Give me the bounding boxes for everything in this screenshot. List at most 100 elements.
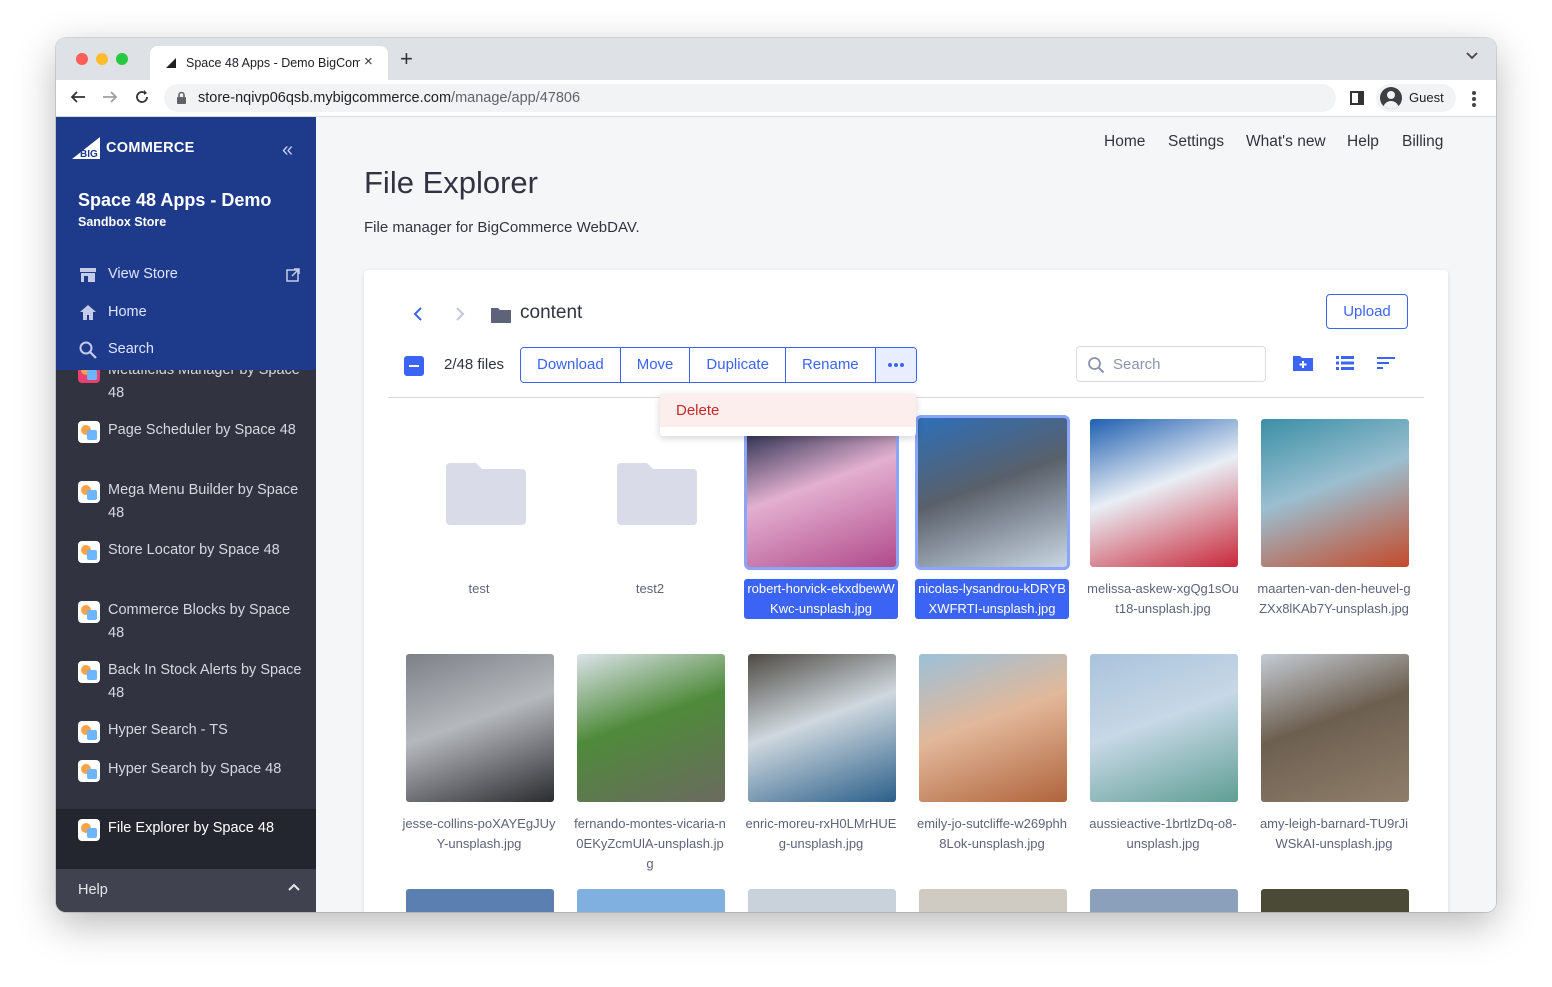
svg-text:BIG: BIG — [80, 149, 98, 160]
app-icon — [78, 421, 100, 443]
topnav-help[interactable]: Help — [1347, 133, 1379, 151]
search-icon — [79, 341, 97, 359]
back-folder-icon[interactable] — [412, 306, 424, 322]
sidebar-item-label: File Explorer by Space 48 — [108, 820, 275, 836]
search-input[interactable]: Search — [1076, 346, 1266, 382]
app-icon — [78, 541, 100, 563]
main-content: Home Settings What's new Help Billing Fi… — [316, 117, 1496, 912]
download-button[interactable]: Download — [521, 348, 621, 382]
image-thumbnail[interactable] — [919, 889, 1067, 912]
sort-icon[interactable] — [1376, 354, 1396, 372]
topnav-whats-new[interactable]: What's new — [1246, 133, 1326, 151]
search-icon — [1088, 357, 1105, 374]
image-thumbnail[interactable] — [1261, 889, 1409, 912]
topnav-settings[interactable]: Settings — [1168, 133, 1224, 151]
folder-thumbnail — [406, 419, 554, 567]
sidebar-item-page-scheduler[interactable]: Page Scheduler by Space 48 — [78, 419, 308, 443]
app-icon — [78, 760, 100, 782]
topnav-billing[interactable]: Billing — [1402, 133, 1443, 151]
sidebar-item-view-store[interactable]: View Store — [78, 263, 308, 287]
sidebar-item-hyper-search-ts[interactable]: Hyper Search - TS — [78, 719, 308, 743]
profile-label: Guest — [1409, 90, 1444, 105]
image-thumbnail — [919, 654, 1067, 802]
image-thumbnail — [915, 415, 1070, 570]
duplicate-button[interactable]: Duplicate — [690, 348, 786, 382]
file-name: enric-moreu-rxH0LMrHUEg-unsplash.jpg — [745, 816, 897, 851]
sidebar-item-label: Page Scheduler by Space 48 — [108, 422, 296, 438]
more-actions-icon[interactable] — [875, 348, 916, 382]
zoom-window-button[interactable] — [116, 53, 128, 65]
delete-menu-item[interactable]: Delete — [660, 394, 916, 427]
sidebar-item-search[interactable]: Search — [78, 338, 308, 362]
minimize-window-button[interactable] — [96, 53, 108, 65]
move-button[interactable]: Move — [620, 348, 691, 382]
sidebar-item-home[interactable]: Home — [78, 301, 308, 325]
sidebar-item-label: Search — [108, 341, 154, 357]
sidebar-item-label: Store Locator by Space 48 — [108, 542, 280, 558]
sidebar-item-back-in-stock-alerts[interactable]: Back In Stock Alerts by Space 48 — [78, 659, 308, 705]
search-placeholder: Search — [1113, 356, 1161, 373]
lock-icon[interactable] — [176, 91, 187, 105]
url-path: /manage/app/47806 — [451, 90, 581, 106]
back-icon[interactable] — [70, 89, 86, 105]
image-thumbnail — [1261, 654, 1409, 802]
image-thumbnail[interactable] — [577, 889, 725, 912]
sidebar-item-label: Back In Stock Alerts by Space 48 — [108, 662, 302, 701]
image-thumbnail — [744, 415, 899, 570]
file-name: test — [468, 581, 490, 596]
file-explorer-card: content Upload 2/48 files Download Move … — [364, 270, 1448, 912]
image-thumbnail[interactable] — [406, 889, 554, 912]
sidebar-help-toggle[interactable]: Help — [56, 869, 316, 912]
new-tab-button[interactable]: + — [400, 48, 413, 70]
browser-menu-icon[interactable] — [1468, 89, 1480, 109]
forward-folder-icon[interactable] — [454, 306, 466, 322]
sidebar-header: BIG COMMERCE « Space 48 Apps - Demo Sand… — [56, 117, 316, 370]
tab-close-icon[interactable]: × — [364, 53, 373, 70]
address-bar[interactable]: store-nqivp06qsb.mybigcommerce.com/manag… — [164, 84, 1336, 112]
reload-icon[interactable] — [134, 89, 150, 105]
external-link-icon[interactable] — [286, 268, 300, 282]
new-folder-icon[interactable] — [1292, 354, 1314, 372]
sidebar-item-label: Hyper Search by Space 48 — [108, 761, 282, 777]
topnav-home[interactable]: Home — [1104, 133, 1145, 151]
home-icon — [80, 305, 96, 320]
sidebar-item-store-locator[interactable]: Store Locator by Space 48 — [78, 539, 308, 563]
sidebar-item-label: Hyper Search - TS — [108, 722, 228, 738]
file-name: fernando-montes-vicaria-n0EKyZcmUlA-unsp… — [574, 816, 726, 871]
store-name: Space 48 Apps - Demo — [78, 190, 272, 210]
upload-button[interactable]: Upload — [1326, 294, 1408, 329]
sidebar-item-commerce-blocks[interactable]: Commerce Blocks by Space 48 — [78, 599, 308, 645]
sidebar-item-mega-menu-builder[interactable]: Mega Menu Builder by Space 48 — [78, 479, 308, 525]
sidebar-item-hyper-search[interactable]: Hyper Search by Space 48 — [78, 758, 308, 782]
sidebar-item-label: View Store — [108, 266, 178, 282]
sidebar-item-file-explorer[interactable]: File Explorer by Space 48 — [78, 817, 308, 841]
sidebar-item-label: Home — [108, 304, 147, 320]
tab-strip: Space 48 Apps - Demo BigCommerce × + — [56, 38, 1496, 80]
forward-icon[interactable] — [102, 89, 118, 105]
page-description: File manager for BigCommerce WebDAV. — [364, 219, 640, 236]
folder-icon — [491, 308, 511, 323]
file-name: melissa-askew-xgQg1sOut18-unsplash.jpg — [1087, 581, 1239, 616]
rename-button[interactable]: Rename — [785, 348, 876, 382]
file-name: emily-jo-sutcliffe-w269phh8Lok-unsplash.… — [916, 816, 1068, 851]
image-thumbnail — [577, 654, 725, 802]
image-thumbnail[interactable] — [1090, 889, 1238, 912]
side-panel-icon[interactable] — [1350, 91, 1364, 105]
selection-count: 2/48 files — [444, 356, 505, 373]
file-name: test2 — [635, 581, 665, 596]
browser-tab[interactable]: Space 48 Apps - Demo BigCommerce × — [150, 46, 388, 80]
profile-button[interactable]: Guest — [1376, 84, 1456, 112]
tab-title: Space 48 Apps - Demo BigCommerce — [186, 56, 360, 70]
list-view-icon[interactable] — [1335, 354, 1355, 372]
file-name: aussieactive-1brtlzDq-o8-unsplash.jpg — [1089, 816, 1237, 851]
folder-icon — [446, 463, 526, 525]
image-thumbnail[interactable] — [748, 889, 896, 912]
image-thumbnail — [406, 654, 554, 802]
tab-search-chevron-icon[interactable] — [1466, 52, 1478, 60]
collapse-sidebar-icon[interactable]: « — [282, 139, 293, 162]
close-window-button[interactable] — [76, 53, 88, 65]
url-host: store-nqivp06qsb.mybigcommerce.com — [198, 90, 452, 106]
select-all-checkbox[interactable] — [404, 356, 424, 376]
app-icon — [78, 819, 100, 841]
page-title: File Explorer — [364, 165, 538, 200]
